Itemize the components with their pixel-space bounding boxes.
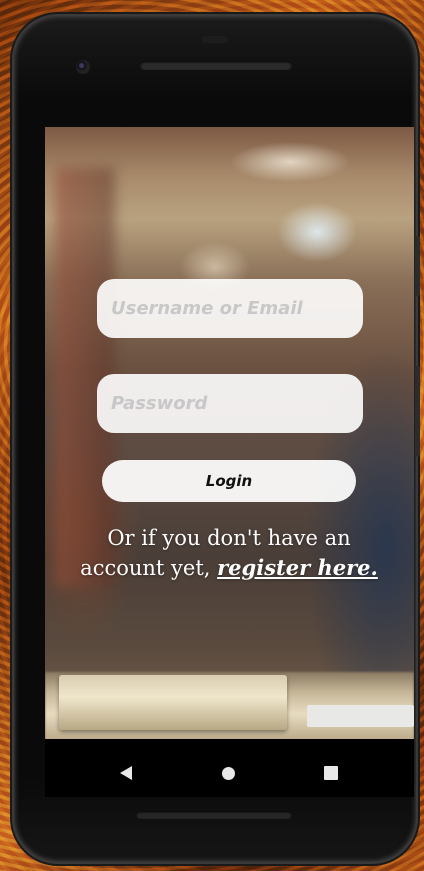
register-prompt: Or if you don't have an account yet, reg… <box>65 524 393 583</box>
home-circle-icon[interactable] <box>222 767 235 780</box>
register-link[interactable]: register here. <box>217 555 378 580</box>
login-button[interactable]: Login <box>102 460 356 502</box>
back-triangle-icon[interactable] <box>120 766 132 780</box>
password-input[interactable]: Password <box>97 374 363 433</box>
background-book-small <box>307 705 414 727</box>
app-content: Username or Email Password Login Or if y… <box>45 127 414 739</box>
phone-frame: Username or Email Password Login Or if y… <box>14 16 420 862</box>
screen: Username or Email Password Login Or if y… <box>45 127 414 797</box>
username-input[interactable]: Username or Email <box>97 279 363 338</box>
bottom-speaker <box>136 811 292 819</box>
top-sensor <box>202 36 228 43</box>
recents-square-icon[interactable] <box>324 766 338 780</box>
power-button <box>415 236 420 296</box>
earpiece-speaker <box>140 61 292 70</box>
volume-button <box>415 366 420 456</box>
android-nav-bar <box>45 739 414 797</box>
front-camera-icon <box>76 60 90 74</box>
background-book <box>59 675 287 730</box>
